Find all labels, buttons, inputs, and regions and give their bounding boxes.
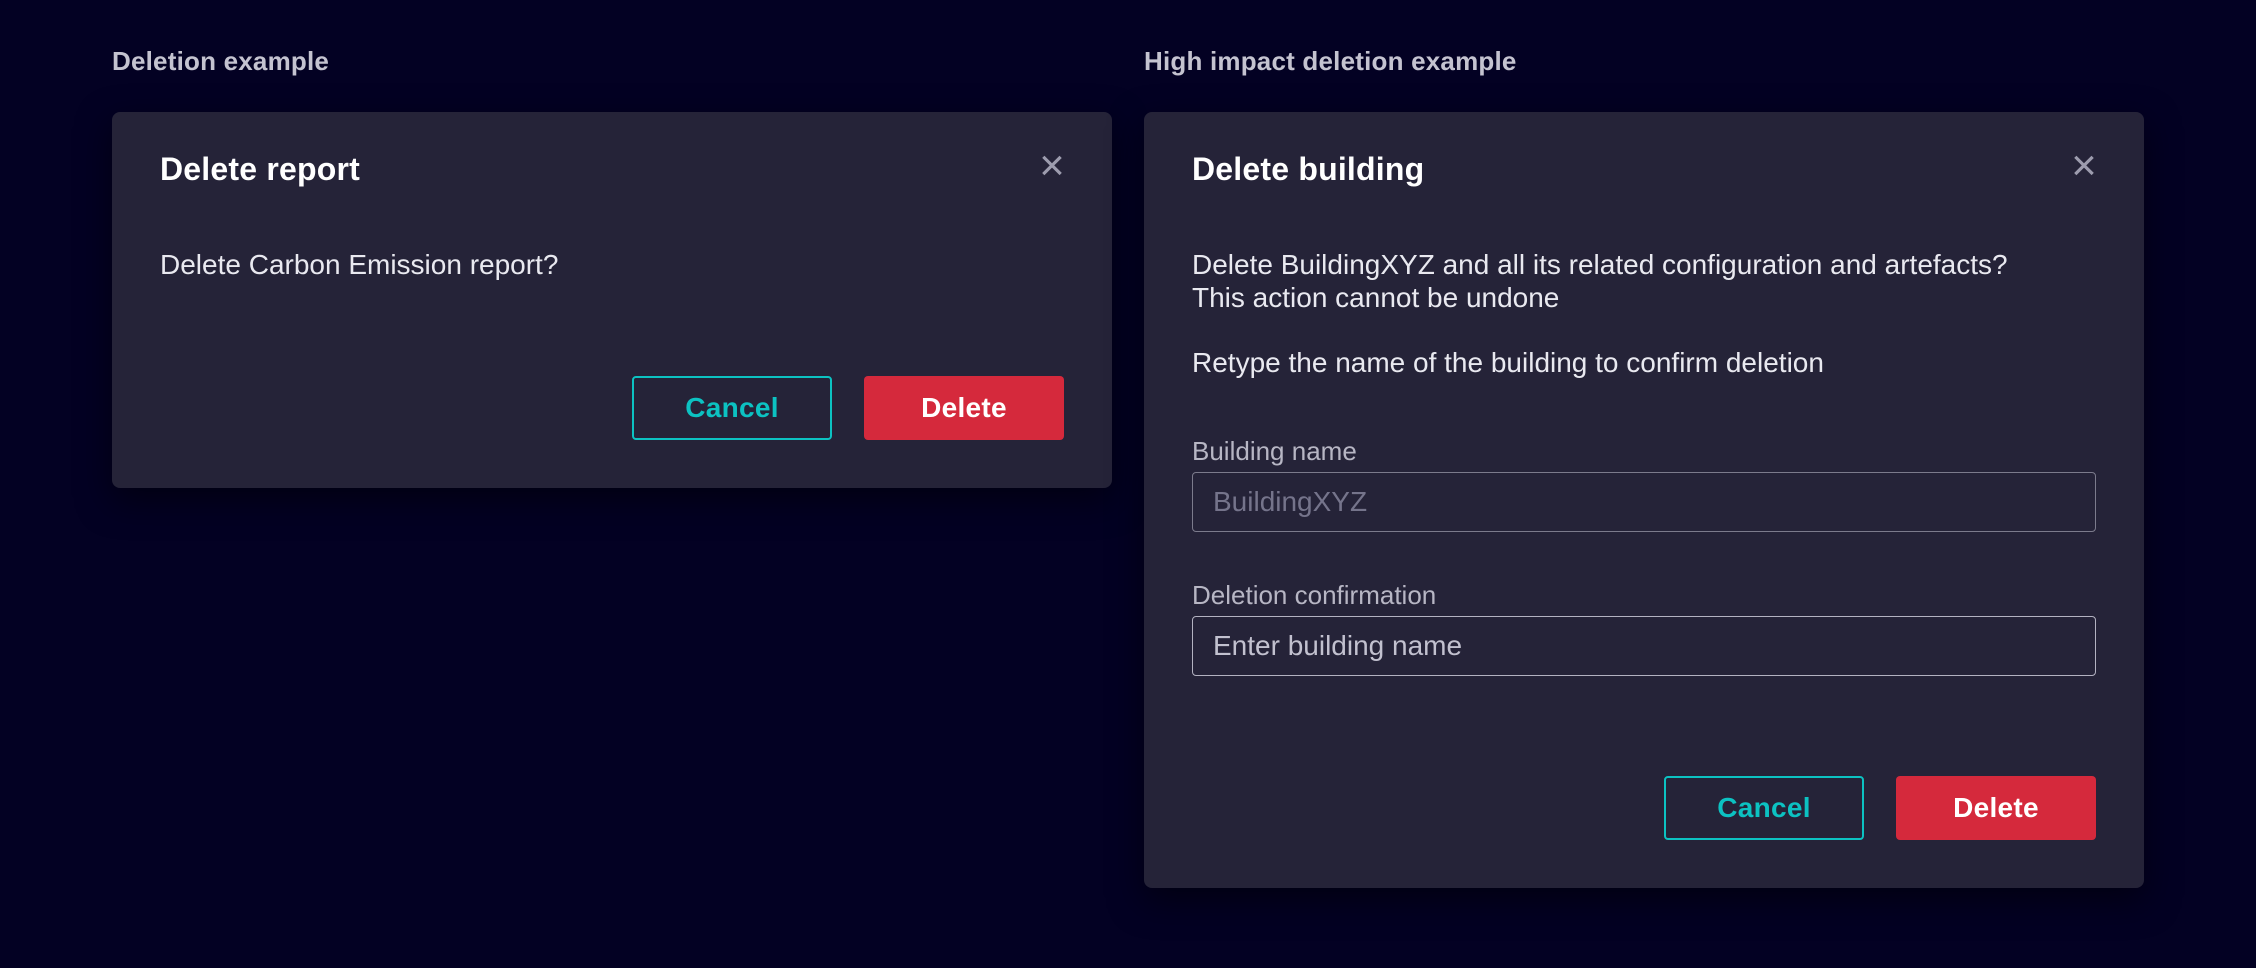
building-name-field-group: Building name — [1192, 434, 2096, 532]
deletion-confirmation-input[interactable] — [1192, 616, 2096, 676]
delete-button[interactable]: Delete — [864, 376, 1064, 440]
deletion-confirmation-label: Deletion confirmation — [1192, 578, 2096, 612]
close-icon: × — [2071, 144, 2097, 188]
dialog-message-line2: This action cannot be undone — [1192, 281, 2096, 314]
close-button[interactable]: × — [1030, 144, 1074, 188]
close-button[interactable]: × — [2062, 144, 2106, 188]
close-icon: × — [1039, 144, 1065, 188]
building-name-label: Building name — [1192, 434, 2096, 468]
delete-building-dialog: Delete building × Delete BuildingXYZ and… — [1144, 112, 2144, 888]
cancel-button[interactable]: Cancel — [632, 376, 832, 440]
dialog-message: Delete BuildingXYZ and all its related c… — [1192, 248, 2096, 314]
high-impact-deletion-example-section: High impact deletion example Delete buil… — [1144, 44, 2144, 888]
dialog-message-line1: Delete BuildingXYZ and all its related c… — [1192, 248, 2096, 281]
dialog-footer: Cancel Delete — [160, 376, 1064, 440]
dialog-footer: Cancel Delete — [1192, 776, 2096, 840]
retype-instruction: Retype the name of the building to confi… — [1192, 346, 2096, 380]
delete-button[interactable]: Delete — [1896, 776, 2096, 840]
dialog-message: Delete Carbon Emission report? — [160, 248, 1064, 281]
dialog-header: Delete report × — [160, 148, 1064, 190]
dialog-title: Delete building — [1192, 148, 1424, 190]
deletion-confirmation-field-group: Deletion confirmation — [1192, 578, 2096, 676]
cancel-button[interactable]: Cancel — [1664, 776, 1864, 840]
deletion-example-section: Deletion example Delete report × Delete … — [112, 44, 1112, 488]
building-name-input[interactable] — [1192, 472, 2096, 532]
delete-report-dialog: Delete report × Delete Carbon Emission r… — [112, 112, 1112, 488]
dialog-title: Delete report — [160, 148, 360, 190]
section-heading: High impact deletion example — [1144, 44, 2144, 78]
section-heading: Deletion example — [112, 44, 1112, 78]
dialog-header: Delete building × — [1192, 148, 2096, 190]
